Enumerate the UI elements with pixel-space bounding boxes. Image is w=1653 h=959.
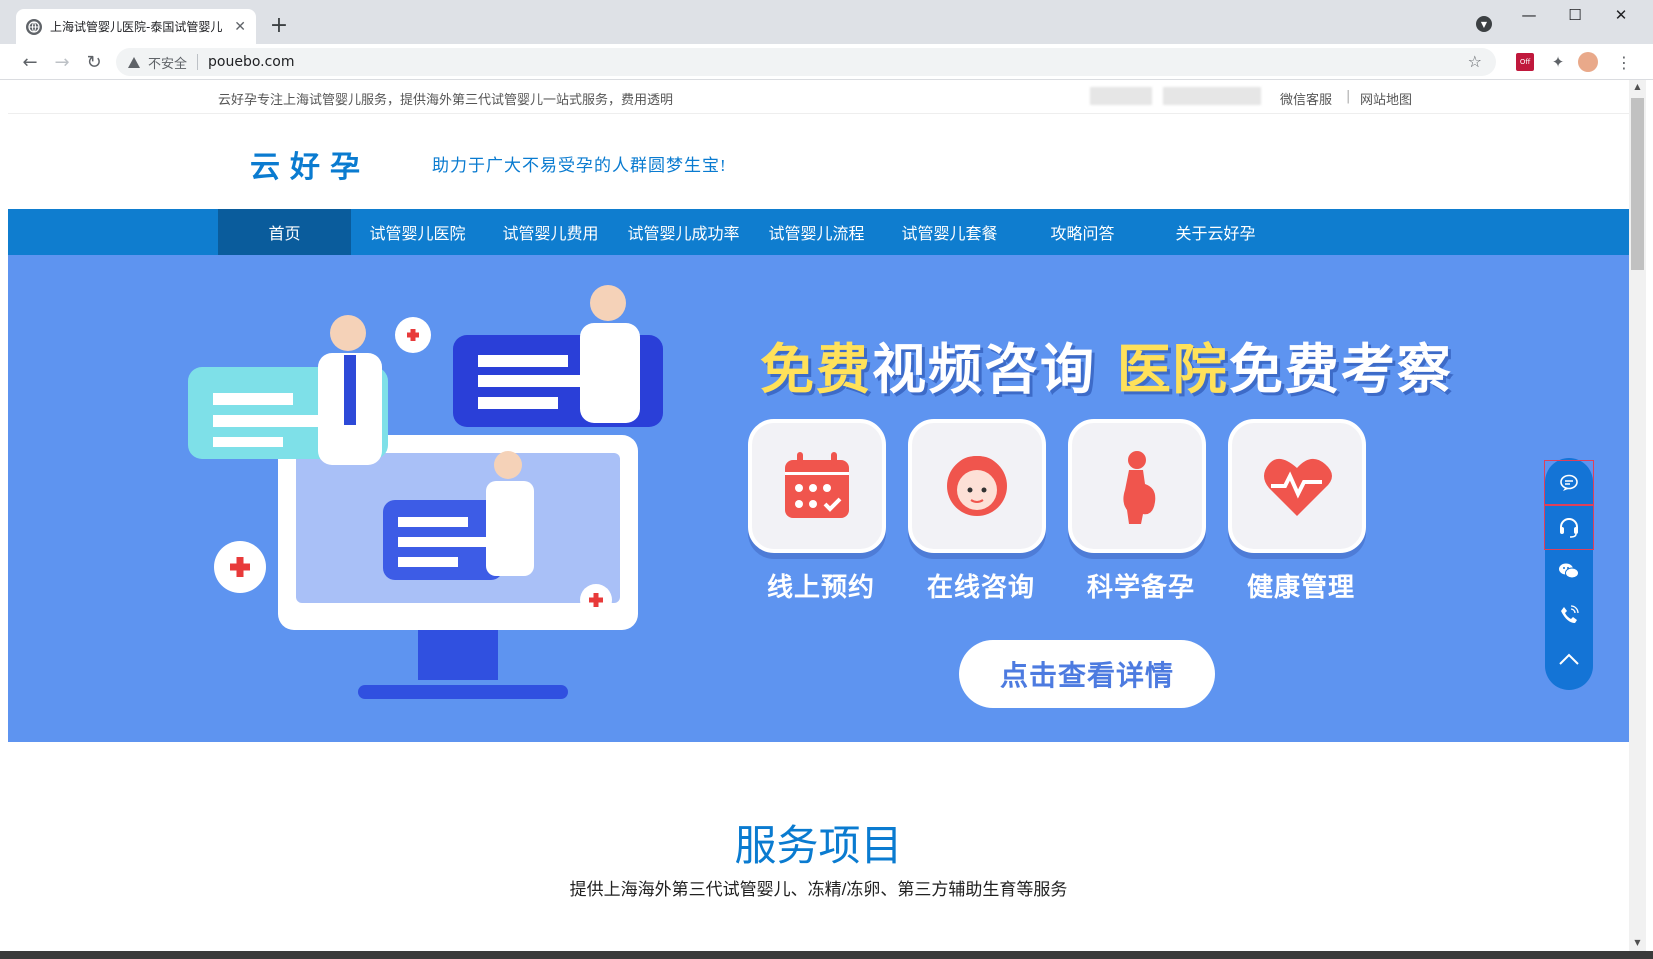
floating-contact-bar (1544, 458, 1594, 690)
calendar-icon (785, 452, 849, 518)
services-subtitle: 提供上海海外第三代试管婴儿、冻精/冻卵、第三方辅助生育等服务 (569, 880, 1068, 899)
forward-button[interactable]: → (50, 50, 74, 74)
browser-toolbar: ← → ↻ 不安全 pouebo.com ☆ Off ✦ ⋮ (0, 44, 1653, 80)
nav-ivf-hospital[interactable]: 试管婴儿医院 (351, 209, 484, 255)
sitemap-link[interactable]: 网站地图 (1360, 89, 1412, 108)
scroll-thumb[interactable] (1631, 98, 1644, 270)
feature-pregnancy-prep[interactable] (1068, 419, 1206, 553)
nav-ivf-package[interactable]: 试管婴儿套餐 (883, 209, 1016, 255)
scroll-down-arrow-icon[interactable]: ▼ (1633, 938, 1642, 947)
headline-text: 视频咨询 (872, 337, 1096, 401)
url-separator (197, 54, 199, 70)
feature-online-consult[interactable] (908, 419, 1046, 553)
tab-search-icon[interactable]: ▼ (1476, 16, 1492, 32)
nav-ivf-process[interactable]: 试管婴儿流程 (750, 209, 883, 255)
feature-label: 线上预约 (766, 573, 875, 603)
url-text[interactable]: pouebo.com (208, 54, 295, 70)
globe-icon (26, 18, 42, 35)
nav-faq[interactable]: 攻略问答 (1016, 209, 1149, 255)
headset-icon (1560, 518, 1578, 538)
chevron-up-icon (1559, 653, 1579, 665)
nav-ivf-success-rate[interactable]: 试管婴儿成功率 (617, 209, 750, 255)
site-topbar: 云好孕专注上海试管婴儿服务，提供海外第三代试管婴儿一站式服务，费用透明 微信客服… (8, 80, 1629, 114)
online-chat-button[interactable] (1544, 460, 1594, 506)
nav-about[interactable]: 关于云好孕 (1149, 209, 1282, 255)
browser-window: 上海试管婴儿医院-泰国试管婴儿 ✕ + ▼ — ☐ ✕ ← → ↻ 不安全 po… (0, 0, 1653, 959)
headline-text: 免费考察 (1228, 337, 1453, 401)
minimize-button[interactable]: — (1506, 0, 1552, 30)
nav-ivf-cost[interactable]: 试管婴儿费用 (484, 209, 617, 255)
scroll-up-arrow-icon[interactable]: ▲ (1633, 82, 1642, 91)
address-bar[interactable]: 不安全 pouebo.com ☆ (116, 48, 1496, 76)
puzzle-extensions-icon[interactable]: ✦ (1548, 52, 1568, 72)
phone-icon (1561, 605, 1579, 623)
blurred-contact (1163, 87, 1261, 105)
profile-avatar[interactable] (1578, 52, 1598, 72)
blurred-contact (1090, 87, 1152, 105)
nav-home[interactable]: 首页 (218, 209, 351, 255)
extension-off-icon[interactable]: Off (1516, 53, 1534, 71)
wechat-service-link[interactable]: 微信客服 (1280, 89, 1332, 108)
topbar-separator: | (1346, 89, 1351, 104)
banner-headline: 免费视频咨询 医院免费考察 (760, 325, 1453, 404)
telemedicine-illustration (188, 285, 663, 699)
extension-off-label: Off (1519, 58, 1531, 66)
heart-pulse-icon (1264, 458, 1332, 516)
warning-icon[interactable] (128, 56, 140, 68)
bookmark-star-icon[interactable]: ☆ (1468, 52, 1482, 71)
nurse-illustration (494, 451, 522, 479)
browser-menu-icon[interactable]: ⋮ (1614, 52, 1634, 72)
reload-button[interactable]: ↻ (82, 50, 106, 74)
feature-label: 在线咨询 (926, 573, 1035, 603)
pregnant-icon (1123, 451, 1156, 524)
new-tab-button[interactable]: + (266, 12, 292, 38)
back-to-top-button[interactable] (1545, 637, 1593, 681)
view-details-button[interactable]: 点击查看详情 (959, 640, 1215, 708)
page-viewport: 云好孕专注上海试管婴儿服务，提供海外第三代试管婴儿一站式服务，费用透明 微信客服… (8, 80, 1629, 951)
headline-highlight: 免费 (760, 337, 872, 401)
tab-close-icon[interactable]: ✕ (234, 19, 246, 35)
wechat-button[interactable] (1545, 549, 1593, 593)
feature-label: 健康管理 (1246, 573, 1355, 603)
page-scrollbar[interactable]: ▲ ▼ (1629, 80, 1646, 951)
hero-banner[interactable]: 免费视频咨询 医院免费考察 线上预约 在线咨询 科学备孕 健康管理 点击查看详情 (8, 255, 1629, 742)
back-button[interactable]: ← (18, 50, 42, 74)
feature-health-management[interactable] (1228, 419, 1366, 553)
doctor-illustration (330, 315, 366, 351)
tab-title: 上海试管婴儿医院-泰国试管婴儿 (50, 20, 223, 34)
consultant-icon (947, 455, 1007, 516)
security-label[interactable]: 不安全 (148, 53, 187, 72)
site-header: 云好孕 助力于广大不易受孕的人群圆梦生宝! (8, 114, 1629, 209)
feature-label: 科学备孕 (1086, 573, 1195, 603)
tab-strip: 上海试管婴儿医院-泰国试管婴儿 ✕ + ▼ — ☐ ✕ (0, 0, 1653, 44)
phone-button[interactable] (1545, 593, 1593, 637)
feature-online-booking[interactable] (748, 419, 886, 553)
main-nav: 首页 试管婴儿医院 试管婴儿费用 试管婴儿成功率 试管婴儿流程 试管婴儿套餐 攻… (8, 209, 1629, 255)
desktop-background-strip (0, 951, 1653, 959)
customer-service-button[interactable] (1544, 504, 1594, 550)
chat-bubble-icon (1560, 474, 1578, 491)
site-logo[interactable]: 云好孕 (250, 142, 370, 186)
services-title: 服务项目 (734, 822, 903, 869)
site-slogan: 助力于广大不易受孕的人群圆梦生宝! (432, 156, 727, 175)
browser-tab[interactable]: 上海试管婴儿医院-泰国试管婴儿 ✕ (16, 9, 256, 44)
wechat-icon (1559, 563, 1579, 579)
doctor-illustration (590, 285, 626, 321)
headline-highlight: 医院 (1116, 337, 1229, 401)
site-intro-text: 云好孕专注上海试管婴儿服务，提供海外第三代试管婴儿一站式服务，费用透明 (218, 92, 674, 107)
maximize-button[interactable]: ☐ (1552, 0, 1598, 30)
close-window-button[interactable]: ✕ (1598, 0, 1644, 30)
